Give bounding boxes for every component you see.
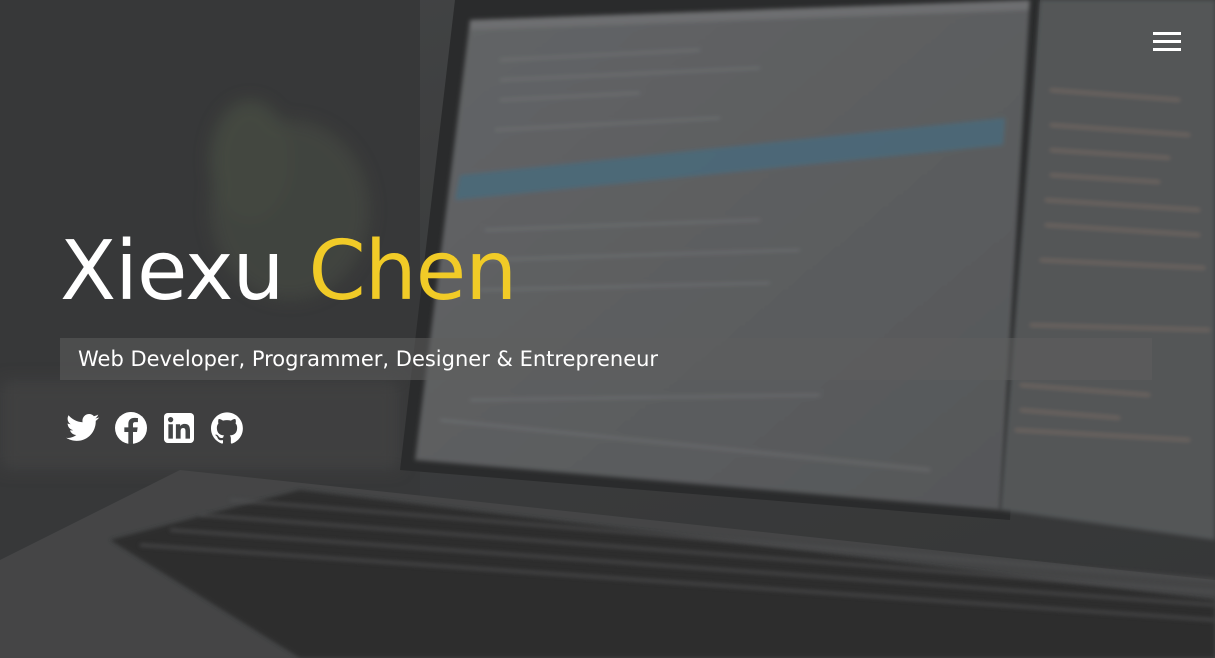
hero-name: Xiexu Chen [60,222,518,322]
hero-section: Xiexu Chen Web Developer, Programmer, De… [0,0,1215,658]
linkedin-icon [164,413,194,443]
github-icon [211,412,243,444]
social-links [66,410,244,446]
github-link[interactable] [210,411,244,445]
twitter-link[interactable] [66,411,100,445]
hamburger-menu-icon-bar [1153,40,1181,43]
twitter-icon [66,414,100,441]
linkedin-link[interactable] [162,411,196,445]
last-name: Chen [308,224,518,319]
dark-overlay [0,0,1215,658]
facebook-icon [115,412,147,444]
tagline-text: Web Developer, Programmer, Designer & En… [78,347,659,371]
first-name: Xiexu [60,224,284,319]
tagline-bar: Web Developer, Programmer, Designer & En… [60,338,1152,380]
facebook-link[interactable] [114,411,148,445]
hamburger-menu-icon-bar [1153,48,1181,51]
hamburger-menu-icon-bar [1153,32,1181,35]
hamburger-menu-button[interactable] [1149,29,1185,55]
